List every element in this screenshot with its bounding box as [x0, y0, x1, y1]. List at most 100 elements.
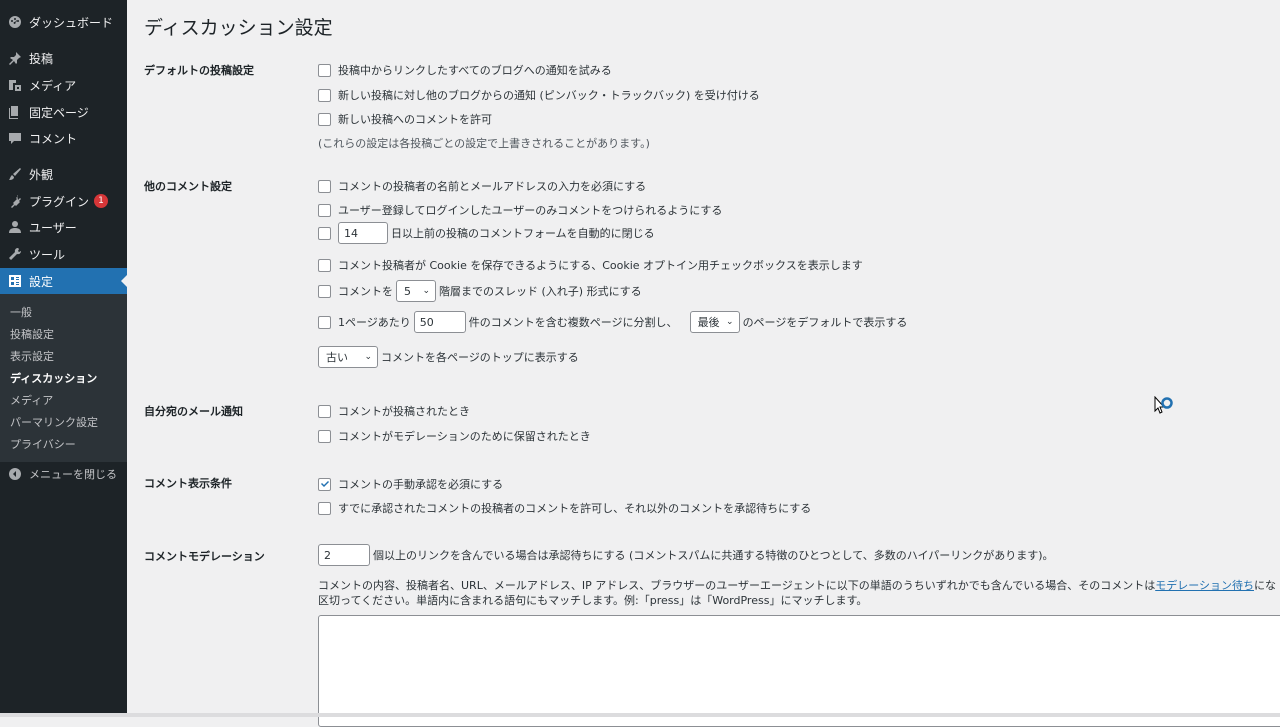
submenu-writing[interactable]: 投稿設定 — [10, 326, 54, 342]
option-label: 階層までのスレッド (入れ子) 形式にする — [439, 285, 642, 298]
menu-posts[interactable]: 投稿 — [0, 45, 127, 71]
checkbox[interactable] — [318, 429, 331, 443]
submenu-reading[interactable]: 表示設定 — [10, 348, 54, 364]
collapse-arrow-icon — [8, 467, 22, 481]
option-label: コメント投稿者が Cookie を保存できるようにする、Cookie オプトイン… — [338, 259, 863, 272]
checkbox[interactable] — [318, 226, 331, 240]
media-icon — [8, 78, 22, 92]
settings-submenu: 一般 投稿設定 表示設定 ディスカッション メディア パーマリンク設定 プライバ… — [0, 294, 127, 462]
wrench-icon — [8, 247, 22, 261]
max-links-input[interactable]: 2 — [318, 544, 370, 566]
default-comments-page-select[interactable]: 最後 ⌄ — [689, 311, 740, 333]
submenu-permalinks[interactable]: パーマリンク設定 — [10, 414, 98, 430]
option-label: コメントを各ページのトップに表示する — [381, 351, 579, 364]
horizontal-scrollbar[interactable] — [0, 713, 1280, 717]
menu-pages[interactable]: 固定ページ — [0, 99, 127, 125]
comment-order-select[interactable]: 古い ⌄ — [318, 346, 378, 368]
menu-dashboard[interactable]: ダッシュボード — [0, 9, 127, 35]
option-label: 新しい投稿に対し他のブログからの通知 (ピンバック・トラックバック) を受け付け… — [338, 89, 760, 102]
checkbox[interactable] — [318, 501, 331, 515]
checkbox[interactable] — [318, 88, 331, 102]
section-label-before-appear: コメント表示条件 — [144, 477, 232, 490]
option-label: のページをデフォルトで表示する — [742, 316, 908, 329]
option-label: コメントの手動承認を必須にする — [338, 478, 504, 491]
submenu-discussion[interactable]: ディスカッション — [10, 370, 97, 386]
menu-label: 設定 — [29, 274, 54, 289]
option-label: 件のコメントを含む複数ページに分割し、 — [468, 316, 678, 329]
checkbox[interactable] — [318, 63, 331, 77]
submenu-privacy[interactable]: プライバシー — [10, 436, 76, 452]
moderation-description: コメントの内容、投稿者名、URL、メールアドレス、IP アドレス、ブラウザーのユ… — [318, 577, 1280, 593]
option-cookies-optin[interactable]: コメント投稿者が Cookie を保存できるようにする、Cookie オプトイン… — [318, 257, 863, 273]
description-text: コメントの内容、投稿者名、URL、メールアドレス、IP アドレス、ブラウザーのユ… — [318, 579, 1156, 592]
option-label: コメントが投稿されたとき — [338, 405, 470, 418]
option-label: ユーザー登録してログインしたユーザーのみコメントをつけられるようにする — [338, 204, 723, 217]
moderation-keys-textarea[interactable] — [318, 615, 1280, 727]
section-label-other-comment: 他のコメント設定 — [144, 180, 232, 193]
plugin-icon — [8, 194, 22, 208]
checkbox[interactable] — [318, 284, 331, 298]
checkbox-checked[interactable] — [318, 477, 331, 491]
option-require-name-email[interactable]: コメントの投稿者の名前とメールアドレスの入力を必須にする — [318, 178, 646, 194]
menu-plugins[interactable]: プラグイン 1 — [0, 188, 127, 214]
option-comment-order: 古い ⌄ コメントを各ページのトップに表示する — [318, 346, 579, 368]
moderation-description-2: 区切ってください。単語内に含まれる語句にもマッチします。例:「press」は「W… — [318, 594, 868, 607]
option-label: コメントを — [338, 285, 393, 298]
busy-cursor-icon — [1154, 395, 1174, 421]
checkbox[interactable] — [318, 404, 331, 418]
pin-icon — [8, 51, 22, 65]
menu-label: プラグイン — [29, 194, 90, 209]
default-post-note: (これらの設定は各投稿ごとの設定で上書きされることがあります。) — [318, 137, 650, 150]
comments-per-page-input[interactable]: 50 — [413, 311, 466, 333]
menu-appearance[interactable]: 外観 — [0, 161, 127, 187]
menu-users[interactable]: ユーザー — [0, 214, 127, 240]
checkbox[interactable] — [318, 315, 331, 329]
moderation-queue-link[interactable]: モデレーション待ち — [1155, 579, 1254, 592]
checkbox[interactable] — [318, 203, 331, 217]
select-value: 最後 — [697, 316, 720, 329]
thread-depth-select[interactable]: 5 ⌄ — [396, 280, 436, 302]
settings-icon — [8, 274, 22, 288]
close-days-input[interactable]: 14 — [338, 222, 388, 244]
option-pingback-flag[interactable]: 投稿中からリンクしたすべてのブログへの通知を試みる — [318, 62, 612, 78]
page-title: ディスカッション設定 — [144, 17, 333, 39]
menu-media[interactable]: メディア — [0, 72, 127, 98]
section-label-default-post: デフォルトの投稿設定 — [144, 64, 254, 77]
section-label-email-me: 自分宛のメール通知 — [144, 405, 243, 418]
option-max-links: 2 個以上のリンクを含んでいる場合は承認待ちにする (コメントスパムに共通する特… — [318, 544, 1054, 566]
option-comments-notify[interactable]: コメントが投稿されたとき — [318, 403, 470, 419]
dashboard-icon — [8, 15, 22, 29]
comment-icon — [8, 131, 22, 145]
brush-icon — [8, 167, 22, 181]
menu-settings[interactable]: 設定 — [0, 268, 127, 294]
menu-tools[interactable]: ツール — [0, 241, 127, 267]
option-comment-moderation[interactable]: コメントの手動承認を必須にする — [318, 476, 503, 492]
option-thread-comments: コメントを 5 ⌄ 階層までのスレッド (入れ子) 形式にする — [318, 280, 642, 302]
collapse-menu-button[interactable]: メニューを閉じる — [0, 461, 127, 487]
option-moderation-notify[interactable]: コメントがモデレーションのために保留されたとき — [318, 428, 591, 444]
checkbox[interactable] — [318, 179, 331, 193]
page-icon — [8, 105, 22, 119]
option-label: 個以上のリンクを含んでいる場合は承認待ちにする (コメントスパムに共通する特徴の… — [373, 549, 1054, 562]
option-label: コメントがモデレーションのために保留されたとき — [338, 430, 591, 443]
submenu-media[interactable]: メディア — [10, 392, 53, 408]
menu-label: 固定ページ — [29, 105, 89, 120]
chevron-down-icon: ⌄ — [422, 286, 430, 296]
option-previously-approved[interactable]: すでに承認されたコメントの投稿者のコメントを許可し、それ以外のコメントを承認待ち… — [318, 500, 811, 516]
select-value: 5 — [404, 284, 411, 298]
chevron-down-icon: ⌄ — [726, 317, 734, 327]
submenu-general[interactable]: 一般 — [10, 304, 32, 320]
option-registration-required[interactable]: ユーザー登録してログインしたユーザーのみコメントをつけられるようにする — [318, 202, 722, 218]
checkbox[interactable] — [318, 112, 331, 126]
menu-label: 投稿 — [29, 51, 54, 66]
checkbox[interactable] — [318, 258, 331, 272]
menu-comments[interactable]: コメント — [0, 125, 127, 151]
menu-label: コメント — [29, 131, 78, 146]
menu-label: ユーザー — [29, 220, 77, 235]
menu-label: 外観 — [29, 167, 54, 182]
option-label: すでに承認されたコメントの投稿者のコメントを許可し、それ以外のコメントを承認待ち… — [338, 502, 812, 515]
option-comment-status[interactable]: 新しい投稿へのコメントを許可 — [318, 111, 492, 127]
option-label: 投稿中からリンクしたすべてのブログへの通知を試みる — [338, 64, 612, 77]
option-ping-status[interactable]: 新しい投稿に対し他のブログからの通知 (ピンバック・トラックバック) を受け付け… — [318, 87, 760, 103]
option-label: コメントの投稿者の名前とメールアドレスの入力を必須にする — [338, 180, 647, 193]
